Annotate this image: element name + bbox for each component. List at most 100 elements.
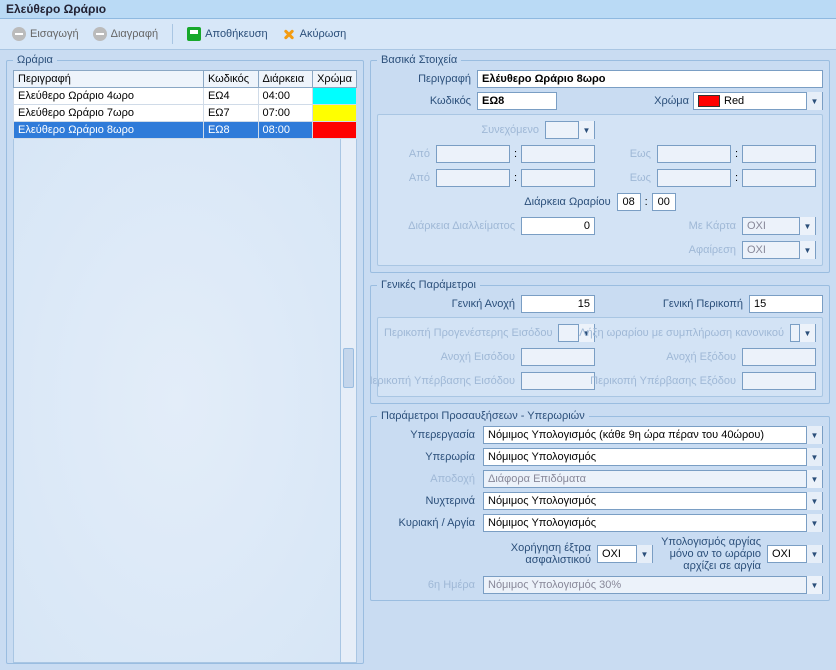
grid-empty-area	[13, 139, 341, 663]
cut-input[interactable]	[749, 295, 823, 313]
general-group: Γενικές Παράμετροι Γενική Ανοχή Γενική Π…	[370, 279, 830, 404]
lbl-apodoxi: Αποδοχή	[377, 473, 477, 485]
lbl-color: Χρώμα	[654, 95, 689, 107]
break-input[interactable]	[521, 217, 595, 235]
color-name: Red	[724, 95, 802, 107]
window-title: Ελεύθερο Ωράριο	[0, 0, 836, 19]
nyxterina-combo[interactable]: Νόμιμος Υπολογισμός▼	[483, 492, 823, 510]
cancel-label: Ακύρωση	[300, 28, 347, 40]
lbl-cut: Γενική Περικοπή	[663, 298, 743, 310]
from2-h	[436, 169, 510, 187]
lbl-outtol: Ανοχή Εξόδου	[666, 351, 736, 363]
lbl-subtract: Αφαίρεση	[689, 244, 736, 256]
table-row[interactable]: Ελεύθερο Ωράριο 7ωροΕΩ707:00	[14, 105, 357, 122]
lbl-continuous: Συνεχόμενο	[481, 124, 539, 136]
dur-m[interactable]	[652, 193, 676, 211]
delete-button[interactable]: Διαγραφή	[87, 25, 165, 43]
lbl-ypologismos-argias: Υπολογισμός αργίας μόνο αν το ωράριο αρχ…	[657, 536, 763, 572]
code-input[interactable]	[477, 92, 557, 110]
overtime-group: Παράμετροι Προσαυξήσεων - Υπερωριών Υπερ…	[370, 410, 830, 601]
cell-code: ΕΩ8	[203, 122, 258, 139]
lbl-xorigisi: Χορήγηση έξτρα ασφαλιστικού	[483, 542, 593, 566]
cancel-icon	[282, 27, 296, 41]
from1-h	[436, 145, 510, 163]
lbl-card: Με Κάρτα	[689, 220, 736, 232]
ypologismos-argias-combo[interactable]: ΟΧΙ▼	[767, 545, 823, 563]
cell-desc: Ελεύθερο Ωράριο 7ωρο	[14, 105, 204, 122]
lbl-to1: Εως	[630, 148, 651, 160]
schedules-table[interactable]: Περιγραφή Κωδικός Διάρκεια Χρώμα Ελεύθερ…	[13, 70, 357, 139]
color-swatch	[698, 95, 720, 107]
subtract-combo: ΟΧΙ▼	[742, 241, 816, 259]
color-combo[interactable]: Red ▼	[693, 92, 823, 110]
lbl-nyxterina: Νυχτερινά	[377, 495, 477, 507]
toolbar: Εισαγωγή Διαγραφή Αποθήκευση Ακύρωση	[0, 19, 836, 50]
dur-h[interactable]	[617, 193, 641, 211]
minus-icon	[93, 27, 107, 41]
overin-input	[521, 372, 595, 390]
chevron-down-icon: ▼	[806, 92, 822, 110]
table-row[interactable]: Ελεύθερο Ωράριο 4ωροΕΩ404:00	[14, 88, 357, 105]
basic-legend: Βασικά Στοιχεία	[377, 54, 461, 66]
cell-dur: 04:00	[258, 88, 313, 105]
basic-group: Βασικά Στοιχεία Περιγραφή Κωδικός Χρώμα …	[370, 54, 830, 273]
to1-h	[657, 145, 731, 163]
lbl-yperergasia: Υπερεργασία	[377, 429, 477, 441]
cell-code: ΕΩ7	[203, 105, 258, 122]
schedules-group: Ωράρια Περιγραφή Κωδικός Διάρκεια Χρώμα …	[6, 54, 364, 664]
save-label: Αποθήκευση	[205, 28, 267, 40]
save-icon	[187, 27, 201, 41]
lbl-overout: Περικοπή Υπέρβασης Εξόδου	[590, 375, 736, 387]
yperergasia-combo[interactable]: Νόμιμος Υπολογισμός (κάθε 9η ώρα πέραν τ…	[483, 426, 823, 444]
separator	[172, 24, 173, 44]
lbl-from2: Από	[409, 172, 430, 184]
apodoxi-combo: Διάφορα Επιδόματα▼	[483, 470, 823, 488]
col-dur[interactable]: Διάρκεια	[258, 71, 313, 88]
lbl-overin: Περικοπή Υπέρβασης Εισόδου	[370, 375, 515, 387]
lbl-day6: 6η Ημέρα	[377, 579, 477, 591]
delete-label: Διαγραφή	[111, 28, 159, 40]
insert-label: Εισαγωγή	[30, 28, 79, 40]
insert-button[interactable]: Εισαγωγή	[6, 25, 85, 43]
lbl-desc: Περιγραφή	[377, 73, 471, 85]
table-row[interactable]: Ελεύθερο Ωράριο 8ωροΕΩ808:00	[14, 122, 357, 139]
card-combo: ΟΧΙ▼	[742, 217, 816, 235]
schedend-combo: ▼	[790, 324, 816, 342]
tolerance-input[interactable]	[521, 295, 595, 313]
cell-desc: Ελεύθερο Ωράριο 8ωρο	[14, 122, 204, 139]
cell-dur: 07:00	[258, 105, 313, 122]
col-desc[interactable]: Περιγραφή	[14, 71, 204, 88]
grid-scrollbar[interactable]	[341, 139, 357, 663]
yperoria-combo[interactable]: Νόμιμος Υπολογισμός▼	[483, 448, 823, 466]
col-color[interactable]: Χρώμα	[313, 71, 357, 88]
cancel-button[interactable]: Ακύρωση	[276, 25, 353, 43]
lbl-to2: Εως	[630, 172, 651, 184]
col-code[interactable]: Κωδικός	[203, 71, 258, 88]
to2-m	[742, 169, 816, 187]
overtime-legend: Παράμετροι Προσαυξήσεων - Υπερωριών	[377, 410, 589, 422]
continuous-combo: ▼	[545, 121, 595, 139]
general-legend: Γενικές Παράμετροι	[377, 279, 480, 291]
lbl-schedend: Λήξη ωραρίου με συμπλήρωση κανονικού	[579, 327, 784, 339]
schedules-legend: Ωράρια	[13, 54, 57, 66]
lbl-code: Κωδικός	[377, 95, 471, 107]
cell-color	[313, 105, 357, 122]
lbl-duration: Διάρκεια Ωραρίου	[524, 196, 610, 208]
lbl-yperoria: Υπερωρία	[377, 451, 477, 463]
to1-m	[742, 145, 816, 163]
cell-color	[313, 122, 357, 139]
day6-combo: Νόμιμος Υπολογισμός 30%▼	[483, 576, 823, 594]
lbl-from1: Από	[409, 148, 430, 160]
cell-dur: 08:00	[258, 122, 313, 139]
cell-code: ΕΩ4	[203, 88, 258, 105]
xorigisi-combo[interactable]: ΟΧΙ▼	[597, 545, 653, 563]
intol-input	[521, 348, 595, 366]
lbl-intol: Ανοχή Εισόδου	[441, 351, 515, 363]
to2-h	[657, 169, 731, 187]
from1-m	[521, 145, 595, 163]
cell-color	[313, 88, 357, 105]
lbl-kyriaki: Κυριακή / Αργία	[377, 517, 477, 529]
kyriaki-combo[interactable]: Νόμιμος Υπολογισμός▼	[483, 514, 823, 532]
save-button[interactable]: Αποθήκευση	[181, 25, 273, 43]
desc-input[interactable]	[477, 70, 823, 88]
